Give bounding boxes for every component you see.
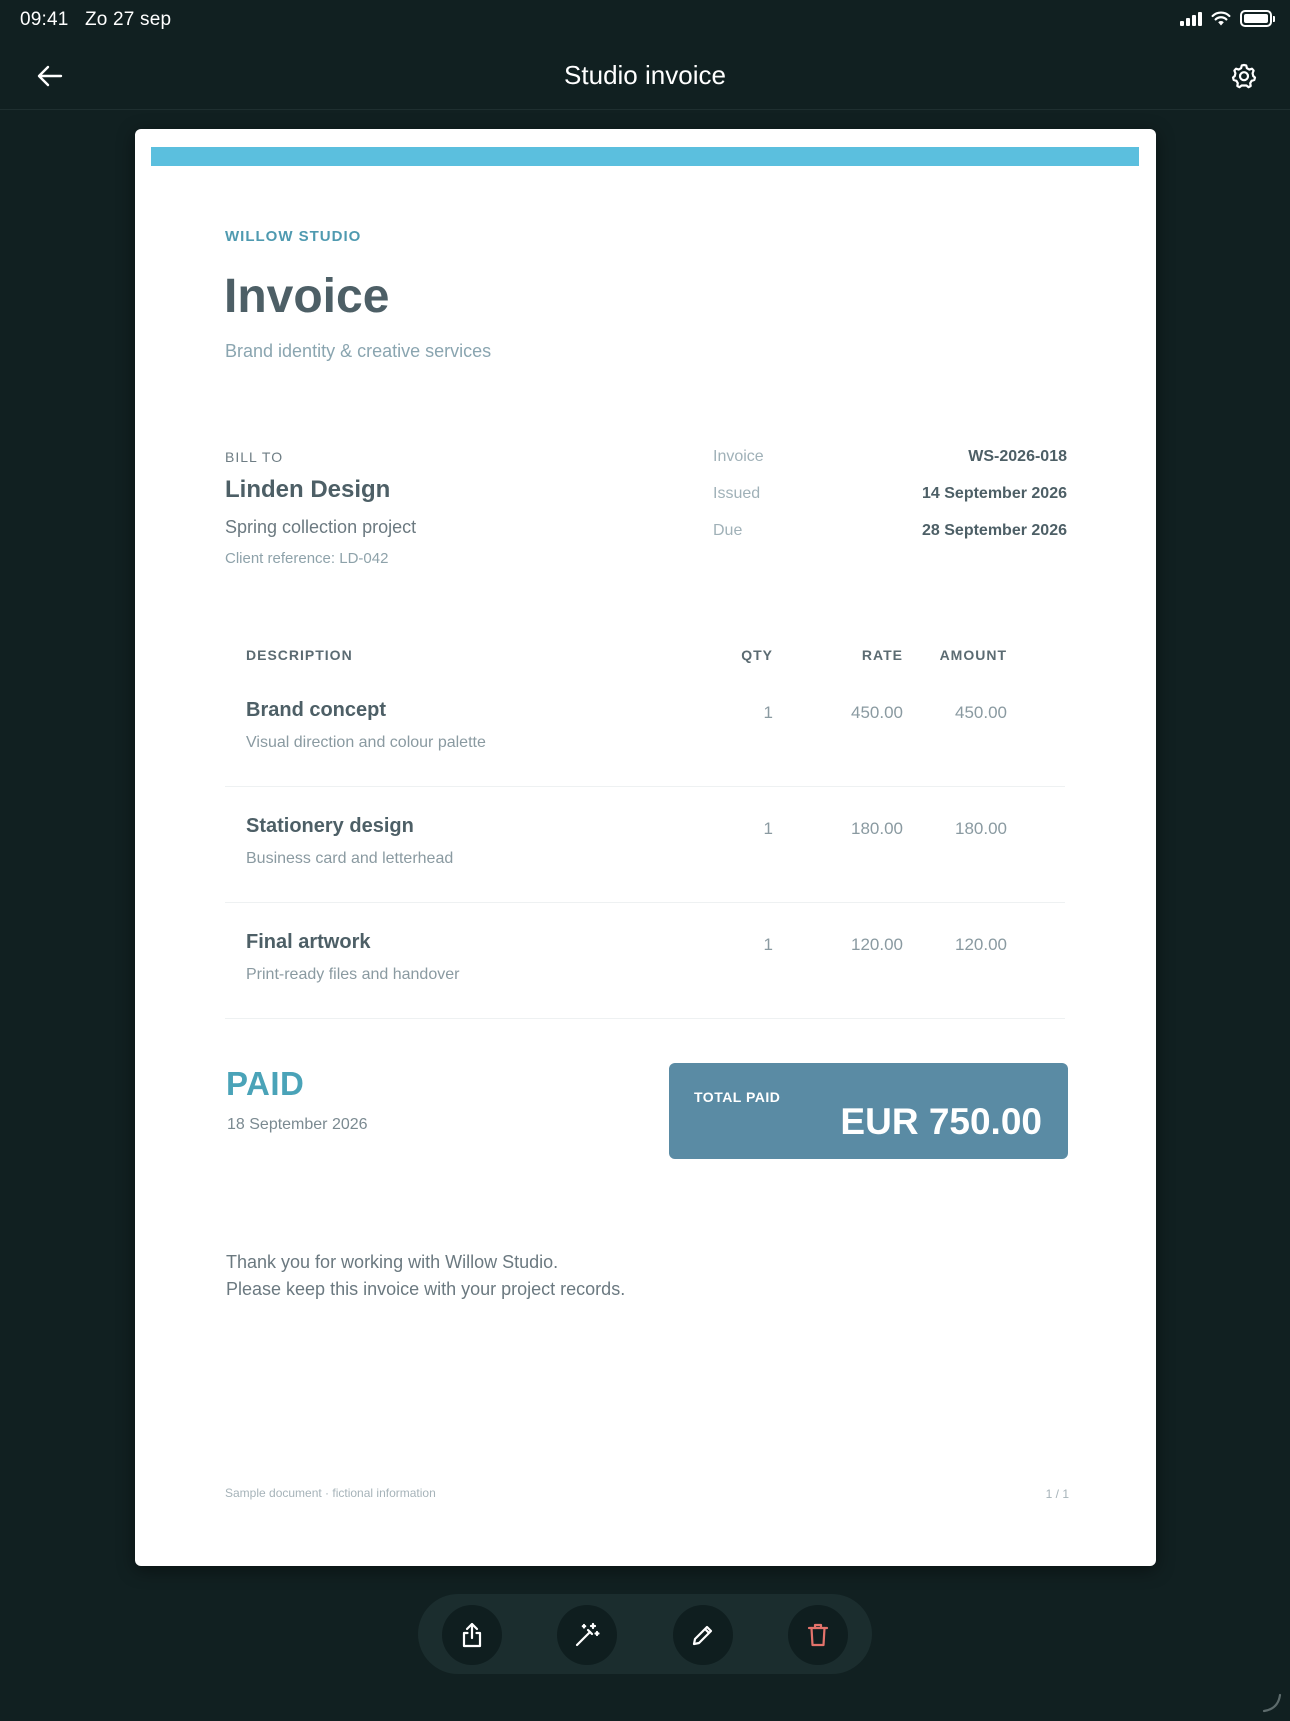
invoice-document: WILLOW STUDIO Invoice Brand identity & c… (135, 129, 1156, 1566)
nav-bar: Studio invoice (0, 42, 1290, 110)
status-time: 09:41 Zo 27 sep (20, 9, 172, 30)
item-description: Visual direction and colour palette (246, 734, 486, 751)
share-icon (462, 1622, 482, 1648)
table-row: Stationery design Business card and lett… (225, 787, 1065, 903)
item-title: Brand concept (246, 699, 387, 721)
column-header-qty: QTY (741, 647, 773, 663)
cellular-signal-icon (1180, 11, 1202, 26)
item-qty: 1 (763, 935, 773, 954)
auto-enhance-button[interactable] (557, 1605, 617, 1665)
item-amount: 120.00 (955, 935, 1007, 954)
client-reference: Client reference: LD-042 (225, 550, 389, 567)
battery-icon (1240, 10, 1275, 27)
table-header: DESCRIPTION QTY RATE AMOUNT (225, 629, 1065, 671)
item-title: Final artwork (246, 931, 371, 953)
total-label: TOTAL PAID (694, 1089, 781, 1105)
status-bar: 09:41 Zo 27 sep (0, 0, 1290, 42)
status-indicators (1180, 10, 1275, 27)
magic-wand-icon (575, 1622, 600, 1647)
document-title: Invoice (224, 270, 390, 323)
resize-handle-icon (1262, 1693, 1282, 1713)
item-title: Stationery design (246, 815, 414, 837)
item-description: Business card and letterhead (246, 850, 454, 867)
settings-button[interactable] (1224, 56, 1264, 96)
table-row: Brand concept Visual direction and colou… (225, 671, 1065, 787)
column-header-description: DESCRIPTION (246, 647, 353, 663)
gear-icon (1231, 63, 1257, 89)
thank-you-note: Thank you for working with Willow Studio… (226, 1249, 926, 1303)
thank-you-line: Please keep this invoice with your proje… (226, 1279, 626, 1299)
item-amount: 450.00 (955, 703, 1007, 722)
due-date: 28 September 2026 (922, 522, 1067, 539)
meta-row-issued: Issued 14 September 2026 (713, 485, 1067, 522)
document-subtitle: Brand identity & creative services (225, 341, 492, 361)
total-paid-box: TOTAL PAID EUR 750.00 (669, 1063, 1068, 1159)
brand-name: WILLOW STUDIO (225, 228, 362, 245)
total-amount: EUR 750.00 (840, 1101, 1042, 1142)
edit-button[interactable] (673, 1605, 733, 1665)
trash-icon (807, 1623, 829, 1647)
footer-note: Sample document · fictional information (225, 1486, 436, 1500)
accent-stripe (151, 147, 1139, 166)
thank-you-line: Thank you for working with Willow Studio… (226, 1252, 559, 1272)
line-items-table: DESCRIPTION QTY RATE AMOUNT Brand concep… (225, 629, 1065, 1019)
action-toolbar (418, 1594, 872, 1674)
item-amount: 180.00 (955, 819, 1007, 838)
paid-status: PAID (226, 1065, 305, 1102)
invoice-meta: Invoice WS-2026-018 Issued 14 September … (713, 448, 1067, 559)
invoice-number: WS-2026-018 (968, 448, 1067, 465)
delete-button[interactable] (788, 1605, 848, 1665)
paid-date: 18 September 2026 (227, 1116, 368, 1133)
column-header-rate: RATE (861, 647, 903, 663)
bill-to-label: BILL TO (225, 449, 284, 465)
meta-label: Invoice (713, 448, 764, 465)
meta-label: Due (713, 522, 743, 539)
item-description: Print-ready files and handover (246, 966, 460, 983)
wifi-icon (1211, 11, 1231, 26)
page-title: Studio invoice (564, 60, 726, 90)
table-row: Final artwork Print-ready files and hand… (225, 903, 1065, 1019)
issued-date: 14 September 2026 (922, 485, 1067, 502)
item-rate: 120.00 (851, 935, 903, 954)
client-name: Linden Design (225, 476, 391, 503)
item-qty: 1 (763, 819, 773, 838)
item-rate: 450.00 (851, 703, 903, 722)
client-project: Spring collection project (225, 517, 417, 537)
pencil-icon (692, 1625, 713, 1646)
page-number: 1 / 1 (1045, 1487, 1069, 1501)
meta-row-due: Due 28 September 2026 (713, 522, 1067, 559)
column-header-amount: AMOUNT (939, 647, 1007, 663)
item-qty: 1 (763, 703, 773, 722)
meta-label: Issued (713, 485, 761, 502)
meta-row-invoice: Invoice WS-2026-018 (713, 448, 1067, 485)
item-rate: 180.00 (851, 819, 903, 838)
share-button[interactable] (442, 1605, 502, 1665)
